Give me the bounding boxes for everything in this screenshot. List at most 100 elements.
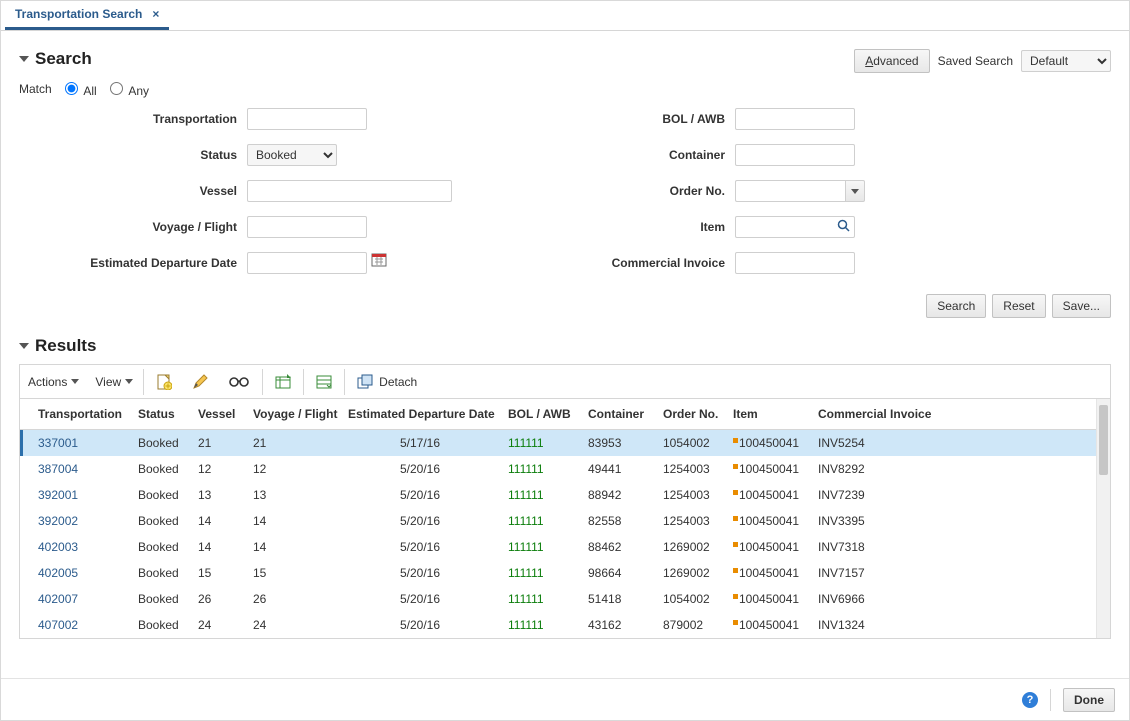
results-section-header[interactable]: Results (19, 336, 1111, 356)
cell-bol: 111111 (500, 508, 580, 534)
cell-invoice: INV8292 (810, 456, 1110, 482)
table-row[interactable]: 407002Booked24245/20/1611111143162879002… (20, 612, 1110, 638)
cell-invoice: INV6966 (810, 586, 1110, 612)
cell-voyage: 12 (245, 456, 340, 482)
col-container[interactable]: Container (580, 399, 655, 430)
save-button[interactable]: Save... (1052, 294, 1111, 318)
match-all-radio[interactable]: All (60, 79, 97, 98)
reset-button[interactable]: Reset (992, 294, 1045, 318)
cell-status: Booked (130, 560, 190, 586)
col-status[interactable]: Status (130, 399, 190, 430)
order-no-input[interactable] (735, 180, 845, 202)
status-select[interactable]: Booked (247, 144, 337, 166)
cell-vessel: 12 (190, 456, 245, 482)
table-row[interactable]: 387004Booked12125/20/1611111149441125400… (20, 456, 1110, 482)
col-edd[interactable]: Estimated Departure Date (340, 399, 500, 430)
tab-transportation-search[interactable]: Transportation Search × (5, 0, 169, 30)
col-invoice[interactable]: Commercial Invoice (810, 399, 1110, 430)
footer: ? Done (1, 678, 1129, 720)
scrollbar-thumb[interactable] (1099, 405, 1108, 475)
cell-invoice: INV7318 (810, 534, 1110, 560)
chevron-down-icon[interactable] (19, 343, 29, 349)
cell-item: 100450041 (725, 482, 810, 508)
transportation-link[interactable]: 387004 (38, 462, 78, 476)
bol-input[interactable] (735, 108, 855, 130)
edit-icon[interactable] (182, 365, 218, 398)
field-bol: BOL / AWB (585, 108, 1111, 130)
saved-search-label: Saved Search (938, 54, 1013, 68)
cell-edd: 5/20/16 (340, 586, 500, 612)
invoice-input[interactable] (735, 252, 855, 274)
transportation-link[interactable]: 402003 (38, 540, 78, 554)
cell-order-no: 1269002 (655, 534, 725, 560)
transportation-link[interactable]: 337001 (38, 436, 78, 450)
voyage-input[interactable] (247, 216, 367, 238)
cell-invoice: INV5254 (810, 430, 1110, 457)
wrap-icon[interactable] (306, 365, 342, 398)
field-voyage: Voyage / Flight (19, 216, 545, 238)
chevron-down-icon (125, 379, 133, 384)
calendar-icon[interactable] (371, 252, 387, 274)
table-scrollbar[interactable] (1096, 399, 1110, 638)
cell-item: 100450041 (725, 508, 810, 534)
table-row[interactable]: 402007Booked26265/20/1611111151418105400… (20, 586, 1110, 612)
edd-input[interactable] (247, 252, 367, 274)
search-form: Transportation Status Booked Vessel Voya… (19, 108, 1111, 288)
col-vessel[interactable]: Vessel (190, 399, 245, 430)
cell-vessel: 26 (190, 586, 245, 612)
col-voyage[interactable]: Voyage / Flight (245, 399, 340, 430)
cell-voyage: 15 (245, 560, 340, 586)
transportation-input[interactable] (247, 108, 367, 130)
search-section-header[interactable]: Search (19, 49, 92, 69)
create-icon[interactable] (146, 365, 182, 398)
chevron-down-icon (851, 189, 859, 194)
help-icon[interactable]: ? (1022, 692, 1038, 708)
results-table-wrap: Transportation Status Vessel Voyage / Fl… (20, 399, 1110, 638)
order-no-dropdown-button[interactable] (845, 180, 865, 202)
transportation-link[interactable]: 392002 (38, 514, 78, 528)
view-menu[interactable]: View (87, 375, 141, 389)
view-icon[interactable] (218, 365, 260, 398)
cell-voyage: 26 (245, 586, 340, 612)
cell-edd: 5/20/16 (340, 560, 500, 586)
table-row[interactable]: 392001Booked13135/20/1611111188942125400… (20, 482, 1110, 508)
cell-order-no: 1054002 (655, 586, 725, 612)
advanced-button[interactable]: Advanced (854, 49, 929, 73)
transportation-link[interactable]: 407002 (38, 618, 78, 632)
item-search-wrap (735, 216, 855, 238)
saved-search-select[interactable]: Default (1021, 50, 1111, 72)
toolbar-separator (262, 369, 263, 395)
match-any-radio[interactable]: Any (105, 79, 149, 98)
detach-button[interactable]: Detach (347, 365, 427, 398)
export-icon[interactable] (265, 365, 301, 398)
col-transportation[interactable]: Transportation (20, 399, 130, 430)
done-button[interactable]: Done (1063, 688, 1115, 712)
cell-item: 100450041 (725, 534, 810, 560)
item-input[interactable] (735, 216, 855, 238)
table-row[interactable]: 337001Booked21215/17/1611111183953105400… (20, 430, 1110, 457)
container-input[interactable] (735, 144, 855, 166)
vessel-input[interactable] (247, 180, 452, 202)
transportation-link[interactable]: 402007 (38, 592, 78, 606)
close-icon[interactable]: × (152, 7, 159, 21)
cell-status: Booked (130, 586, 190, 612)
col-order-no[interactable]: Order No. (655, 399, 725, 430)
table-row[interactable]: 402005Booked15155/20/1611111198664126900… (20, 560, 1110, 586)
table-row[interactable]: 392002Booked14145/20/1611111182558125400… (20, 508, 1110, 534)
search-button[interactable]: Search (926, 294, 986, 318)
table-row[interactable]: 402003Booked14145/20/1611111188462126900… (20, 534, 1110, 560)
cell-container: 88942 (580, 482, 655, 508)
cell-status: Booked (130, 456, 190, 482)
cell-item: 100450041 (725, 560, 810, 586)
cell-bol: 111111 (500, 612, 580, 638)
col-bol[interactable]: BOL / AWB (500, 399, 580, 430)
cell-container: 49441 (580, 456, 655, 482)
content-scroll[interactable]: Search Advanced Saved Search Default Mat… (1, 31, 1129, 678)
chevron-down-icon[interactable] (19, 56, 29, 62)
cell-status: Booked (130, 430, 190, 457)
actions-menu[interactable]: Actions (20, 375, 87, 389)
col-item[interactable]: Item (725, 399, 810, 430)
item-marker-icon (733, 542, 738, 547)
transportation-link[interactable]: 402005 (38, 566, 78, 580)
transportation-link[interactable]: 392001 (38, 488, 78, 502)
